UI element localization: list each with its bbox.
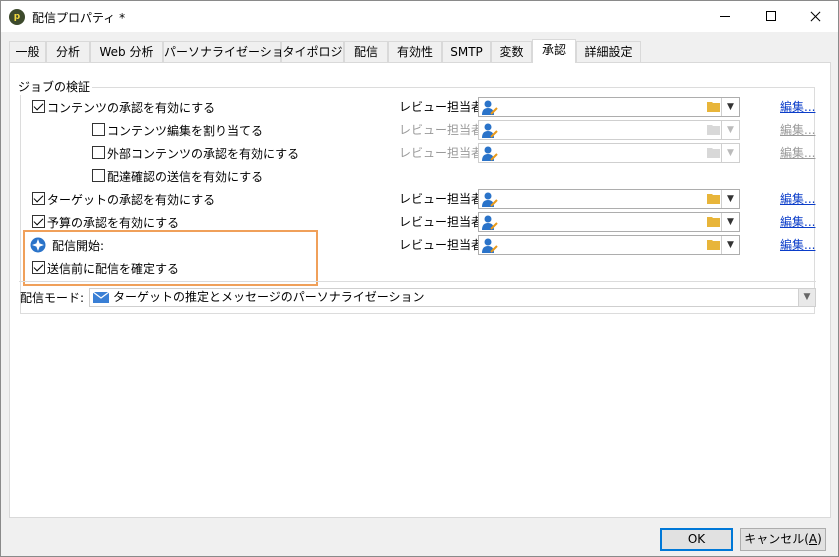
reviewer-label: レビュー担当者: [399, 146, 488, 160]
external-reviewer-picker[interactable]: ▼ [478, 143, 740, 163]
folder-icon[interactable] [707, 147, 720, 158]
reviewer-label: レビュー担当者: [399, 238, 488, 252]
tab-smtp[interactable]: SMTP [442, 41, 491, 63]
assign-content-edit-checkbox[interactable]: コンテンツ編集を割り当てる [92, 120, 263, 140]
chevron-down-icon[interactable]: ▼ [721, 121, 739, 139]
tab-delivery[interactable]: 配信 [344, 41, 388, 63]
window-title: 配信プロパティ * [32, 11, 126, 25]
cancel-button[interactable]: キャンセル(A) [740, 528, 826, 551]
target-reviewer-picker[interactable]: ▼ [478, 189, 740, 209]
external-content-approval-checkbox[interactable]: 外部コンテンツの承認を有効にする [92, 143, 299, 163]
minimize-icon [720, 16, 730, 17]
delivery-mode-select[interactable]: ターゲットの推定とメッセージのパーソナライゼーション ▼ [89, 288, 816, 307]
tab-approval[interactable]: 承認 [532, 39, 576, 63]
user-icon [482, 238, 498, 253]
chevron-down-icon[interactable]: ▼ [721, 236, 739, 254]
assign-reviewer-picker[interactable]: ▼ [478, 120, 740, 140]
user-icon [482, 123, 498, 138]
reviewer-label: レビュー担当者: [399, 192, 488, 206]
tab-variables[interactable]: 変数 [491, 41, 532, 63]
folder-icon[interactable] [707, 124, 720, 135]
tab-analysis[interactable]: 分析 [46, 41, 90, 63]
checkbox-checked[interactable] [32, 215, 45, 228]
chevron-down-icon[interactable]: ▼ [798, 289, 815, 306]
edit-link[interactable]: 編集... [780, 212, 815, 232]
tab-web-analysis[interactable]: Web 分析 [90, 41, 163, 63]
folder-icon[interactable] [707, 193, 720, 204]
folder-icon[interactable] [707, 101, 720, 112]
checkbox-checked[interactable] [32, 192, 45, 205]
checkbox-unchecked[interactable] [92, 123, 105, 136]
highlight-annotation [23, 230, 318, 286]
checkbox-unchecked[interactable] [92, 169, 105, 182]
content-approval-checkbox[interactable]: コンテンツの承認を有効にする [32, 97, 215, 117]
folder-icon[interactable] [707, 216, 720, 227]
properties-dialog: p 配信プロパティ * 一般 分析 Web 分析 パーソナライゼーション タイポ… [0, 0, 839, 557]
chevron-down-icon[interactable]: ▼ [721, 144, 739, 162]
checkbox-checked[interactable] [32, 100, 45, 113]
delivery-mode-value: ターゲットの推定とメッセージのパーソナライゼーション [113, 290, 425, 304]
maximize-icon [766, 11, 776, 21]
content-reviewer-picker[interactable]: ▼ [478, 97, 740, 117]
delivery-mode-label: 配信モード: [20, 291, 85, 305]
tab-general[interactable]: 一般 [9, 41, 46, 63]
reviewer-label: レビュー担当者: [399, 215, 488, 229]
proof-sending-checkbox[interactable]: 配達確認の送信を有効にする [92, 166, 263, 186]
title-bar: p 配信プロパティ * [1, 1, 838, 32]
mail-icon [93, 292, 109, 303]
maximize-button[interactable] [748, 1, 794, 32]
reviewer-label: レビュー担当者: [399, 100, 488, 114]
tab-typology[interactable]: タイポロジ [281, 41, 344, 63]
checkbox-unchecked[interactable] [92, 146, 105, 159]
budget-reviewer-picker[interactable]: ▼ [478, 212, 740, 232]
tab-advanced[interactable]: 詳細設定 [576, 41, 641, 63]
edit-link[interactable]: 編集... [780, 120, 815, 140]
divider [19, 281, 816, 282]
chevron-down-icon[interactable]: ▼ [721, 213, 739, 231]
chevron-down-icon[interactable]: ▼ [721, 190, 739, 208]
edit-link[interactable]: 編集... [780, 235, 815, 255]
app-icon: p [9, 9, 25, 25]
user-icon [482, 215, 498, 230]
tab-personalization[interactable]: パーソナライゼーション [163, 41, 296, 63]
edit-link[interactable]: 編集... [780, 143, 815, 163]
job-validation-title: ジョブの検証 [16, 78, 93, 95]
edit-link[interactable]: 編集... [780, 97, 815, 117]
budget-approval-checkbox[interactable]: 予算の承認を有効にする [32, 212, 179, 232]
user-icon [482, 146, 498, 161]
delivery-start-reviewer-picker[interactable]: ▼ [478, 235, 740, 255]
user-icon [482, 100, 498, 115]
reviewer-label: レビュー担当者: [399, 123, 488, 137]
chevron-down-icon[interactable]: ▼ [721, 98, 739, 116]
user-icon [482, 192, 498, 207]
folder-icon[interactable] [707, 239, 720, 250]
ok-button[interactable]: OK [660, 528, 733, 551]
edit-link[interactable]: 編集... [780, 189, 815, 209]
tab-validity[interactable]: 有効性 [388, 41, 442, 63]
target-approval-checkbox[interactable]: ターゲットの承認を有効にする [32, 189, 215, 209]
close-button[interactable] [792, 1, 838, 32]
minimize-button[interactable] [702, 1, 748, 32]
